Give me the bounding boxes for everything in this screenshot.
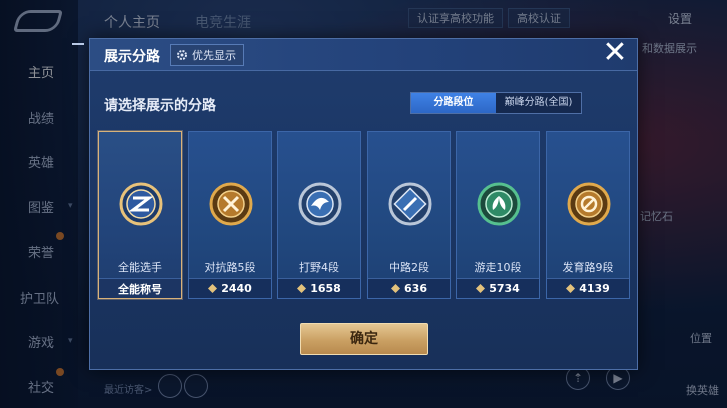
jungle-badge-icon [298,182,342,226]
lane-power-value: 4139 [579,282,610,295]
mid-lane-badge-icon [388,182,432,226]
lane-card-jungle[interactable]: 打野4段 1658 [277,131,361,299]
confirm-button[interactable]: 确定 [300,323,428,355]
lane-name: 中路2段 [389,261,429,274]
gear-icon [177,50,187,60]
lane-footer: 1658 [278,278,360,298]
lane-name: 打野4段 [299,261,339,274]
lane-card-clash[interactable]: 对抗路5段 2440 [188,131,272,299]
lane-power-value: 5734 [489,282,520,295]
all-round-badge-icon [119,182,163,226]
lane-name: 对抗路5段 [204,261,256,274]
lane-name: 发育路9段 [562,261,614,274]
select-lane-prompt: 请选择展示的分路 [104,98,216,114]
lane-segment-control: 分路段位 巅峰分路(全国) [410,92,582,114]
power-icon [297,284,307,293]
roam-badge-icon [477,182,521,226]
priority-display-label: 优先显示 [192,49,236,62]
lane-footer: 2440 [189,278,271,298]
power-icon [476,284,486,293]
lane-footer: 全能称号 [99,278,181,298]
close-icon[interactable]: ✕ [602,38,628,68]
lane-card-farm[interactable]: 发育路9段 4139 [546,131,630,299]
lane-footer: 4139 [547,278,629,298]
power-icon [208,284,218,293]
power-icon [566,284,576,293]
dialog-header: 展示分路 优先显示 ✕ [72,38,637,71]
lane-power-value: 2440 [221,282,252,295]
lane-name: 游走10段 [474,261,522,274]
lane-display-dialog: 展示分路 优先显示 ✕ 请选择展示的分路 分路段位 巅峰分路(全国) 全能选手 … [72,38,638,370]
lane-card-roam[interactable]: 游走10段 5734 [456,131,540,299]
lane-power-value: 1658 [310,282,341,295]
priority-display-button[interactable]: 优先显示 [170,44,244,66]
all-round-title-label: 全能称号 [118,282,162,296]
farm-lane-badge-icon [567,182,611,226]
lane-card-all-round[interactable]: 全能选手 全能称号 [98,131,182,299]
lane-name: 全能选手 [118,261,162,274]
power-icon [391,284,401,293]
lane-power-value: 636 [404,282,427,295]
tab-peak-lane[interactable]: 巅峰分路(全国) [496,93,581,113]
tab-lane-rank[interactable]: 分路段位 [411,93,496,113]
lane-card-mid[interactable]: 中路2段 636 [367,131,451,299]
lane-footer: 636 [368,278,450,298]
dialog-title: 展示分路 [104,49,160,65]
clash-lane-badge-icon [209,182,253,226]
lane-footer: 5734 [457,278,539,298]
